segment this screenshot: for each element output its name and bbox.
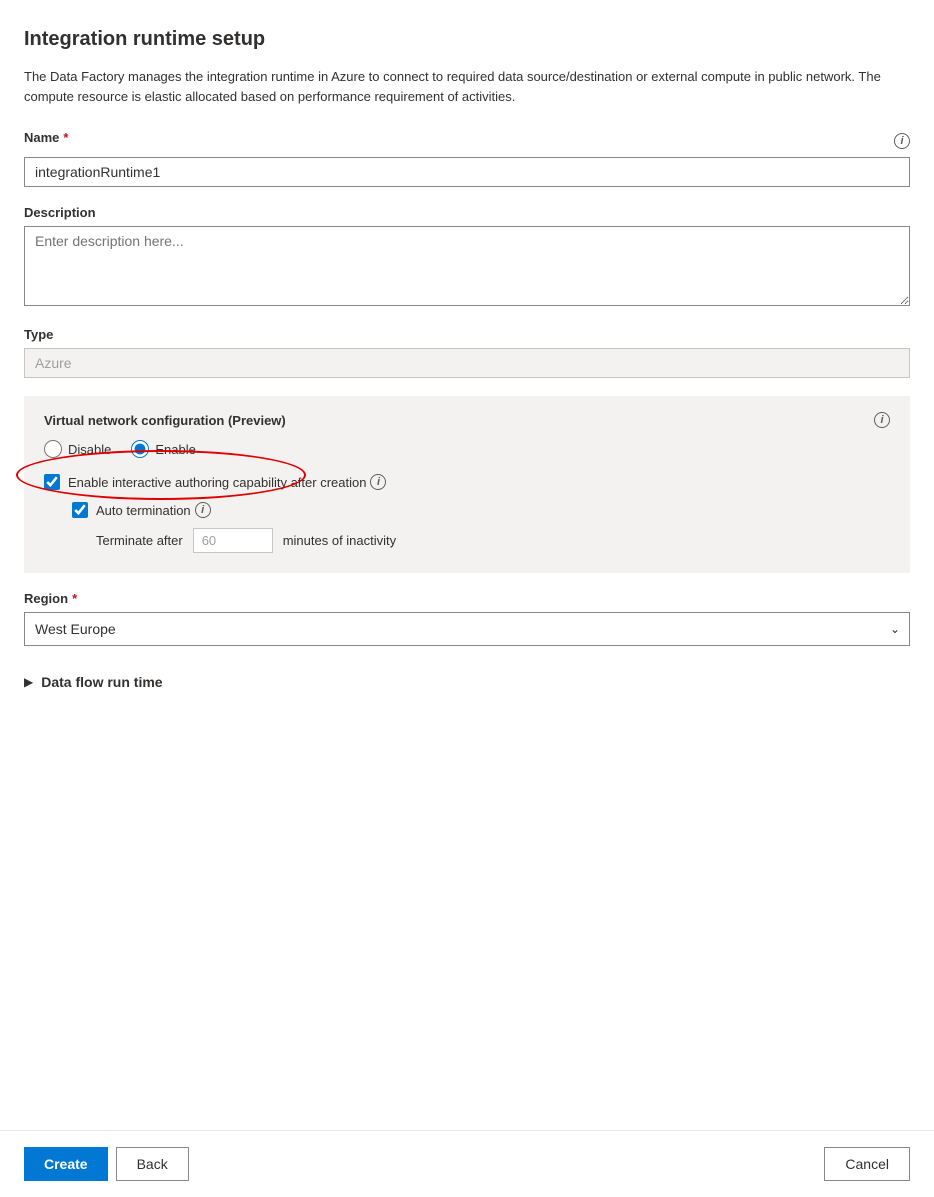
auto-termination-info-icon[interactable]: i [195, 502, 211, 518]
vnet-radio-group: Disable Enable [44, 440, 890, 458]
type-label: Type [24, 327, 910, 342]
name-info-icon[interactable]: i [894, 133, 910, 149]
back-button[interactable]: Back [116, 1147, 189, 1181]
disable-radio[interactable] [44, 440, 62, 458]
name-field-group: Name * i [24, 130, 910, 187]
dataflow-label: Data flow run time [41, 674, 162, 690]
enable-radio-option[interactable]: Enable [131, 440, 195, 458]
region-select[interactable]: West Europe East US West US [24, 612, 910, 646]
interactive-info-icon[interactable]: i [370, 474, 386, 490]
terminate-after-row: Terminate after minutes of inactivity [96, 528, 890, 553]
region-field-group: Region * West Europe East US West US ⌄ [24, 591, 910, 646]
create-button[interactable]: Create [24, 1147, 108, 1181]
name-input[interactable] [24, 157, 910, 187]
vnet-section: Virtual network configuration (Preview) … [24, 396, 910, 573]
footer: Create Back Cancel [0, 1130, 934, 1197]
region-required-star: * [72, 591, 77, 606]
type-input [24, 348, 910, 378]
dataflow-accordion[interactable]: ▶ Data flow run time [24, 664, 910, 700]
name-label: Name * [24, 130, 68, 145]
description-input[interactable] [24, 226, 910, 306]
auto-termination-row: Auto termination i [72, 502, 890, 518]
region-label: Region * [24, 591, 910, 606]
disable-radio-label: Disable [68, 442, 111, 457]
enable-interactive-label: Enable interactive authoring capability … [68, 474, 386, 490]
name-required-star: * [63, 130, 68, 145]
disable-radio-option[interactable]: Disable [44, 440, 111, 458]
region-dropdown-wrapper: West Europe East US West US ⌄ [24, 612, 910, 646]
auto-termination-label: Auto termination i [96, 502, 211, 518]
dataflow-chevron-icon: ▶ [24, 675, 33, 689]
terminate-after-label: Terminate after [96, 533, 183, 548]
enable-interactive-checkbox[interactable] [44, 474, 60, 490]
type-field-group: Type [24, 327, 910, 378]
cancel-button[interactable]: Cancel [824, 1147, 910, 1181]
enable-radio-label: Enable [155, 442, 195, 457]
terminate-suffix-label: minutes of inactivity [283, 533, 396, 548]
footer-left-buttons: Create Back [24, 1147, 189, 1181]
auto-termination-checkbox[interactable] [72, 502, 88, 518]
enable-interactive-row: Enable interactive authoring capability … [44, 474, 890, 490]
description-label: Description [24, 205, 910, 220]
vnet-info-icon[interactable]: i [874, 412, 890, 428]
terminate-after-input[interactable] [193, 528, 273, 553]
page-title: Integration runtime setup [24, 28, 910, 51]
description-field-group: Description [24, 205, 910, 309]
vnet-header: Virtual network configuration (Preview) … [44, 412, 890, 428]
vnet-title: Virtual network configuration (Preview) [44, 413, 286, 428]
page-description: The Data Factory manages the integration… [24, 67, 884, 106]
enable-radio[interactable] [131, 440, 149, 458]
